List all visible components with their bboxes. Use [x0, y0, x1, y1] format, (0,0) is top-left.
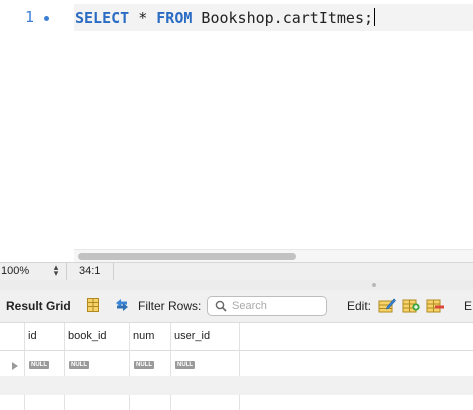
grid-header: id book_id num user_id	[0, 323, 473, 351]
column-divider	[239, 323, 240, 410]
column-header-book-id[interactable]: book_id	[68, 330, 107, 342]
null-cell-id[interactable]: NULL	[29, 361, 49, 369]
filter-rows-label: Filter Rows:	[138, 299, 202, 313]
table-reference: Bookshop.cartItmes;	[192, 9, 374, 27]
sql-editor[interactable]: 1 SELECT * FROM Bookshop.cartItmes;	[0, 0, 473, 263]
zoom-stepper-icon[interactable]: ▴ ▾	[51, 263, 61, 278]
cursor-position: 34:1	[79, 265, 101, 277]
horizontal-scrollbar[interactable]	[74, 249, 473, 263]
column-divider	[64, 323, 65, 410]
null-cell-book-id[interactable]: NULL	[69, 361, 89, 369]
splitter-handle-icon[interactable]	[372, 283, 376, 287]
new-row-placeholder[interactable]	[0, 376, 473, 395]
result-grid-title: Result Grid	[6, 299, 71, 313]
sql-statement[interactable]: SELECT * FROM Bookshop.cartItmes;	[75, 8, 376, 27]
result-toolbar: Result Grid Filter Rows: Edit:	[0, 290, 473, 323]
result-grid[interactable]: id book_id num user_id NULL NULL NULL NU…	[0, 323, 473, 410]
add-row-icon[interactable]	[402, 297, 420, 313]
column-divider	[24, 323, 25, 410]
null-cell-num[interactable]: NULL	[134, 361, 154, 369]
null-cell-user-id[interactable]: NULL	[175, 361, 195, 369]
scrollbar-thumb[interactable]	[78, 253, 296, 260]
column-divider	[129, 323, 130, 410]
editor-status-bar: 100% ▴ ▾ 34:1	[0, 262, 473, 281]
text-caret	[374, 8, 376, 26]
export-label: E:	[464, 299, 473, 313]
search-icon	[215, 300, 227, 312]
filter-search-box[interactable]	[207, 296, 327, 316]
select-star: *	[129, 9, 157, 27]
column-header-user-id[interactable]: user_id	[174, 330, 210, 342]
column-header-id[interactable]: id	[28, 330, 37, 342]
panel-splitter[interactable]	[0, 280, 473, 290]
status-divider	[113, 263, 114, 280]
edit-row-icon[interactable]	[378, 297, 396, 313]
delete-row-icon[interactable]	[426, 297, 444, 313]
keyword-select: SELECT	[75, 9, 130, 27]
zoom-level[interactable]: 100%	[1, 265, 29, 277]
refresh-icon[interactable]	[114, 298, 130, 312]
statement-marker-icon	[44, 16, 49, 21]
line-number: 1	[25, 8, 35, 26]
line-gutter: 1	[0, 0, 74, 34]
keyword-from: FROM	[156, 9, 193, 27]
grid-view-icon[interactable]	[87, 298, 99, 312]
status-divider	[66, 263, 67, 280]
column-header-num[interactable]: num	[133, 330, 154, 342]
edit-label: Edit:	[347, 299, 372, 313]
column-divider	[170, 323, 171, 410]
search-input[interactable]	[232, 298, 322, 314]
current-row-arrow-icon	[12, 362, 18, 370]
